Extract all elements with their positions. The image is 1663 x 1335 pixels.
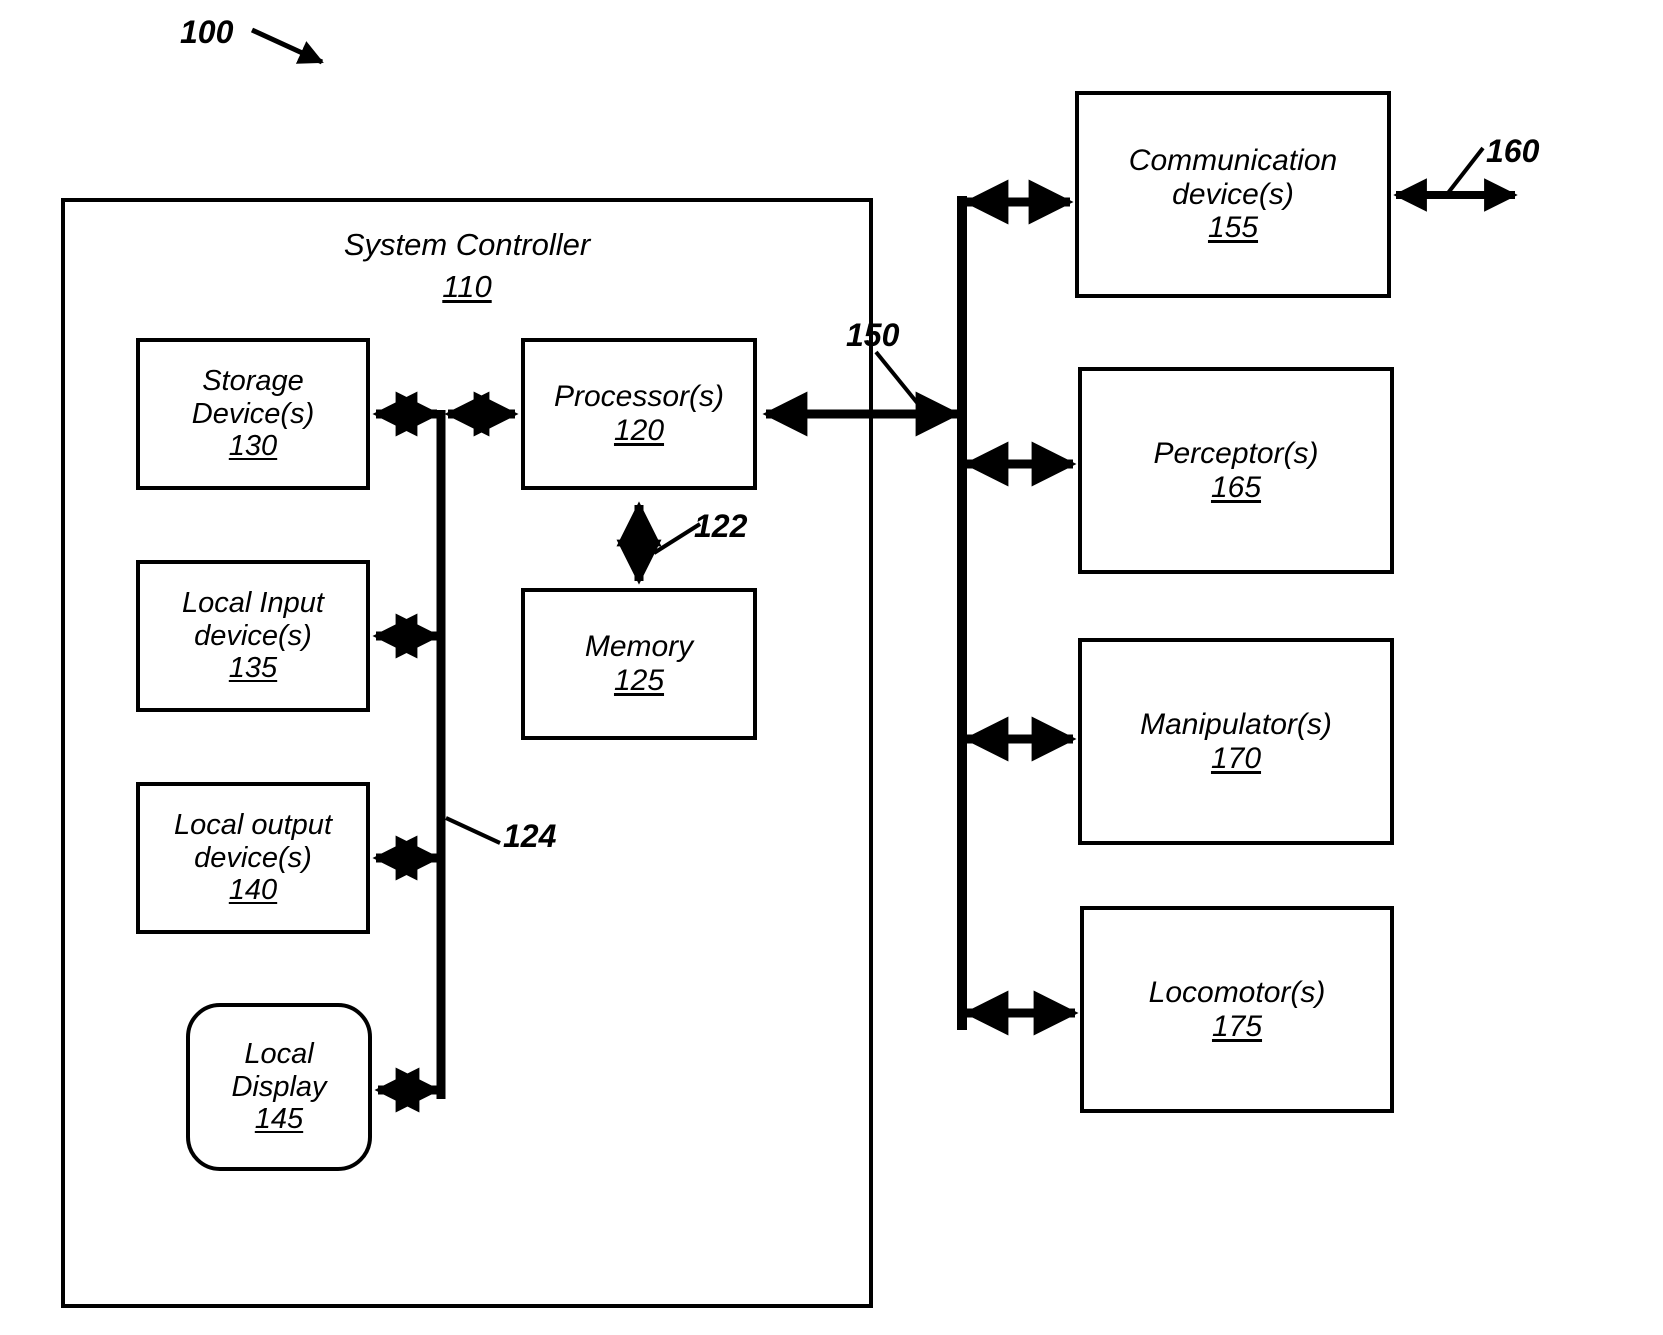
block-perceptor: Perceptor(s) 165 <box>1078 367 1394 574</box>
block-storage-device: Storage Device(s) 130 <box>136 338 370 490</box>
block-local-input-device-line2: device(s) <box>194 619 312 652</box>
leader-line-150 <box>874 350 925 412</box>
block-processor-line1: Processor(s) <box>553 380 725 414</box>
block-manipulator-line1: Manipulator(s) <box>1140 707 1332 741</box>
block-local-input-device: Local Input device(s) 135 <box>136 560 370 712</box>
block-communication-device-line2: device(s) <box>1172 177 1294 211</box>
block-locomotor: Locomotor(s) 175 <box>1080 906 1394 1113</box>
block-storage-device-number: 130 <box>228 430 278 463</box>
patent-figure: 100 System Controller 110 Storage Device… <box>0 0 1663 1335</box>
block-local-output-device-line2: device(s) <box>194 841 312 874</box>
block-local-display: Local Display 145 <box>186 1003 372 1171</box>
block-local-display-line2: Display <box>231 1070 327 1103</box>
ref-numeral-122: 122 <box>694 508 748 544</box>
block-memory-line1: Memory <box>584 630 694 664</box>
block-storage-device-line1: Storage <box>202 365 304 398</box>
block-local-output-device: Local output device(s) 140 <box>136 782 370 934</box>
block-local-output-device-line1: Local output <box>173 809 332 842</box>
block-local-input-device-number: 135 <box>228 652 278 685</box>
block-local-input-device-line1: Local Input <box>182 587 324 620</box>
ref-numeral-100: 100 <box>180 14 234 50</box>
leader-line-160 <box>1446 146 1485 195</box>
block-perceptor-number: 165 <box>1210 470 1262 504</box>
block-memory-number: 125 <box>613 664 665 697</box>
ref-numeral-150: 150 <box>846 317 900 353</box>
leader-arrow-100 <box>250 27 324 65</box>
block-processor: Processor(s) 120 <box>521 338 757 490</box>
ref-numeral-160: 160 <box>1486 133 1540 169</box>
system-controller-title: System Controller 110 <box>61 224 873 308</box>
ref-numeral-124: 124 <box>503 818 557 854</box>
block-communication-device-number: 155 <box>1207 211 1259 245</box>
system-controller-number: 110 <box>442 268 492 304</box>
block-local-display-number: 145 <box>254 1103 304 1136</box>
block-memory: Memory 125 <box>521 588 757 740</box>
system-controller-title-text: System Controller <box>343 227 591 262</box>
block-local-output-device-number: 140 <box>228 874 278 907</box>
block-locomotor-line1: Locomotor(s) <box>1148 975 1326 1009</box>
block-storage-device-line2: Device(s) <box>191 397 315 430</box>
block-perceptor-line1: Perceptor(s) <box>1153 436 1319 470</box>
block-locomotor-number: 175 <box>1211 1009 1263 1043</box>
block-processor-number: 120 <box>613 414 665 447</box>
block-communication-device-line1: Communication <box>1128 144 1338 178</box>
block-local-display-line1: Local <box>244 1038 314 1071</box>
block-manipulator: Manipulator(s) 170 <box>1078 638 1394 845</box>
block-communication-device: Communication device(s) 155 <box>1075 91 1391 298</box>
block-manipulator-number: 170 <box>1210 741 1262 775</box>
